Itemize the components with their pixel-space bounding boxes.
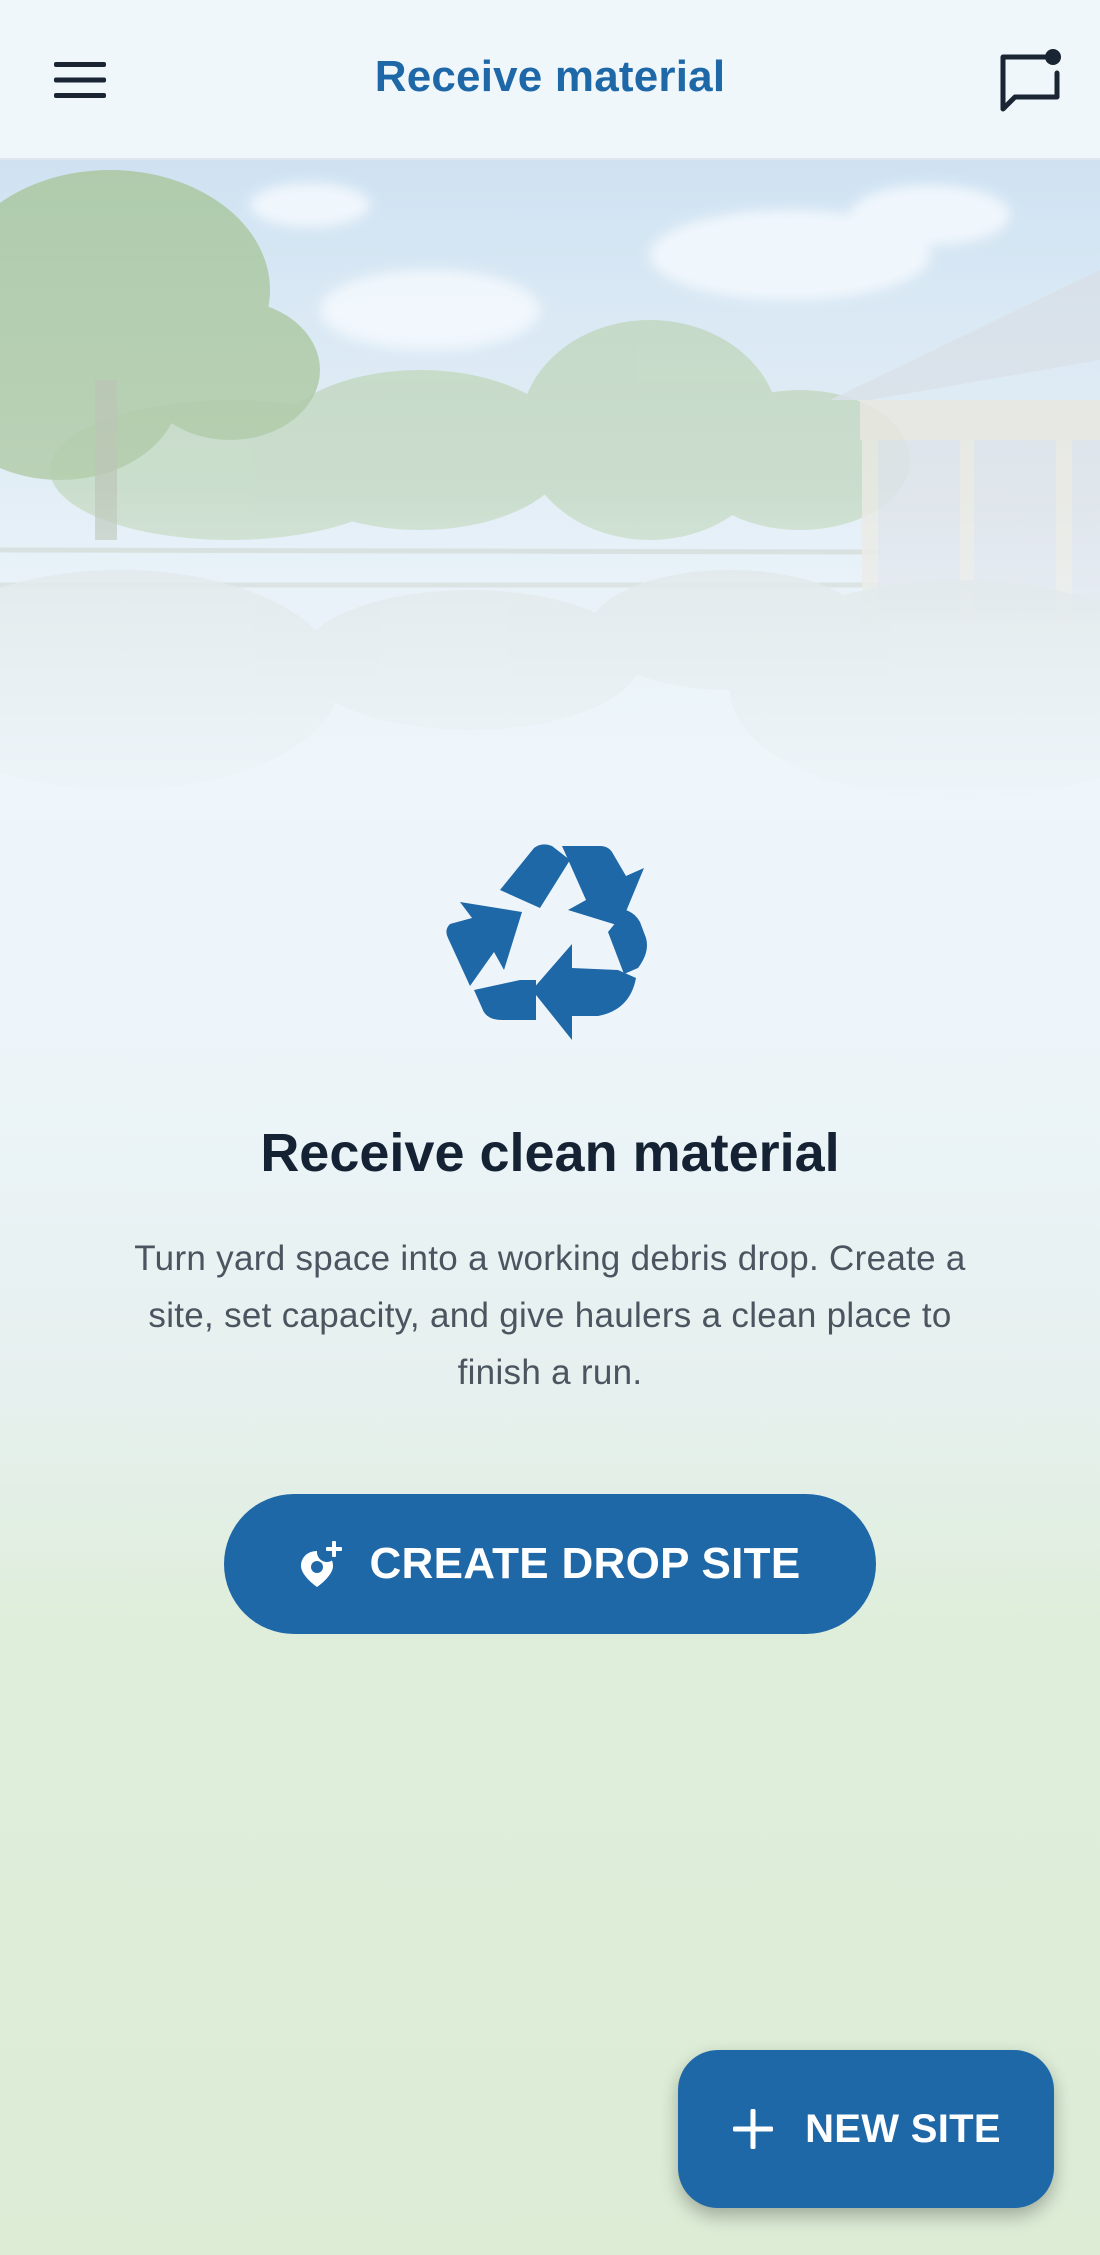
description-line: finish a run. [457, 1353, 643, 1392]
empty-state-heading: Receive clean material [260, 1123, 840, 1183]
new-site-label: NEW SITE [805, 2106, 1001, 2151]
chat-notification-icon [1000, 49, 1061, 112]
chat-button[interactable] [990, 40, 1070, 120]
menu-button[interactable] [40, 40, 120, 120]
hamburger-menu-icon [54, 62, 106, 98]
create-drop-site-label: CREATE DROP SITE [369, 1539, 801, 1588]
empty-state-description: Turn yard space into a working debris dr… [90, 1230, 1010, 1401]
hero-image [0, 160, 1100, 820]
description-line: site, set capacity, and give haulers a c… [148, 1296, 952, 1335]
new-site-fab[interactable]: NEW SITE [678, 2050, 1054, 2208]
recycle-icon [440, 840, 660, 1060]
add-location-icon [299, 1539, 343, 1589]
description-line: Turn yard space into a working debris dr… [134, 1239, 966, 1278]
plus-icon [731, 2107, 775, 2151]
create-drop-site-button[interactable]: CREATE DROP SITE [224, 1494, 876, 1634]
screen: Receive material Receive clean material … [0, 0, 1100, 2255]
page-title: Receive material [374, 52, 726, 101]
app-bar: Receive material [0, 0, 1100, 160]
